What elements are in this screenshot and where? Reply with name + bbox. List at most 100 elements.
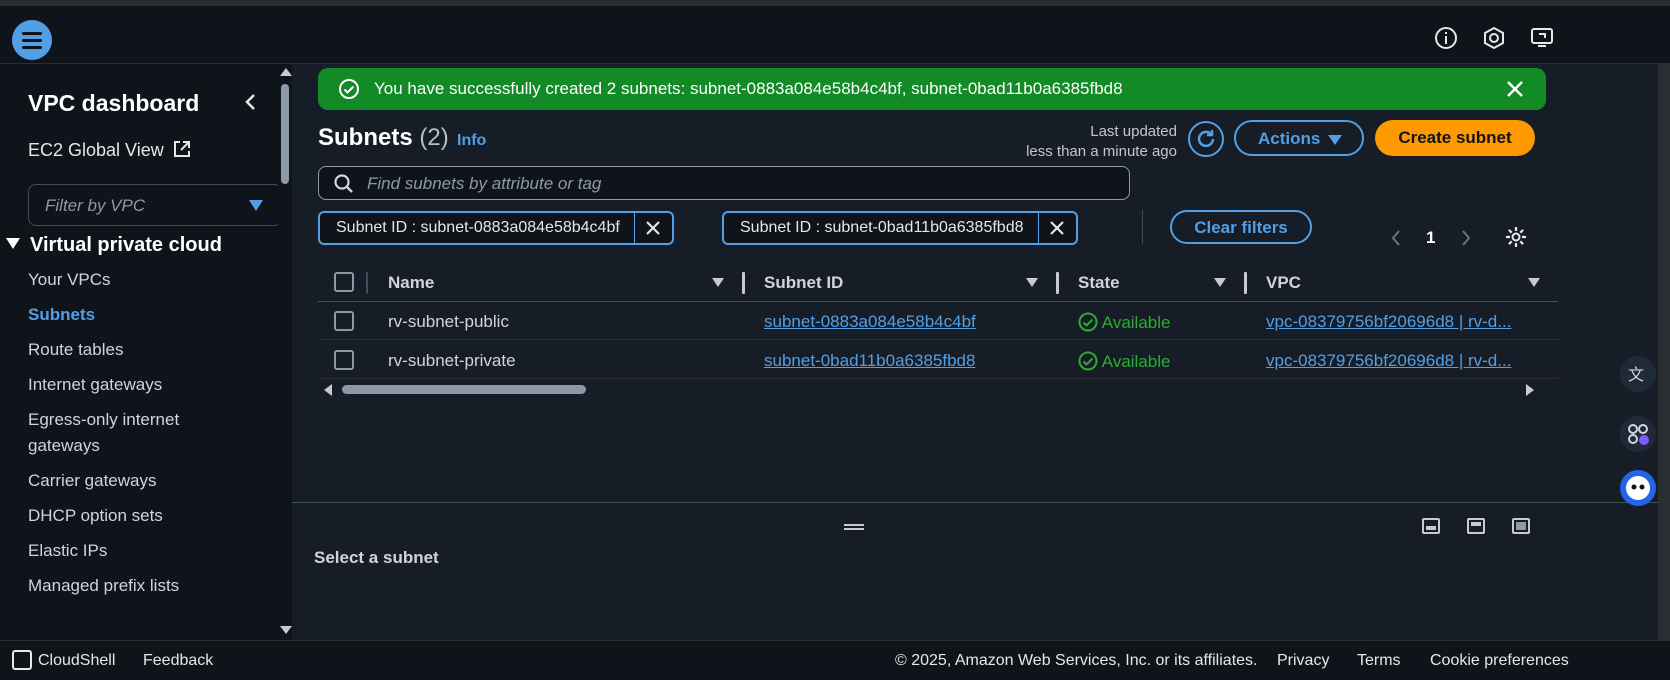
search-icon [334, 174, 353, 193]
sidebar-scroll-thumb[interactable] [281, 84, 289, 184]
sidebar-scrollbar[interactable] [278, 64, 292, 640]
sidebar-title[interactable]: VPC dashboard [28, 90, 199, 117]
subnet-id-link[interactable]: subnet-0883a084e58b4c4bf [764, 312, 976, 332]
create-subnet-button[interactable]: Create subnet [1375, 120, 1535, 156]
flash-message: You have successfully created 2 subnets:… [374, 79, 1123, 98]
sort-icon[interactable] [1214, 278, 1226, 287]
row-checkbox[interactable] [334, 350, 354, 370]
last-updated-label: Last updated [1090, 123, 1177, 140]
vpc-filter-select[interactable]: Filter by VPC [28, 184, 282, 226]
column-resizer[interactable] [742, 272, 745, 294]
state-cell: Available [1078, 312, 1170, 333]
ec2-global-view-link[interactable]: EC2 Global View [28, 140, 191, 161]
page-number[interactable]: 1 [1426, 228, 1435, 248]
sidebar-item-egress-only-gateways[interactable]: Egress-only internet gateways [28, 407, 228, 459]
subnet-count: (2) [419, 124, 449, 151]
feedback-link[interactable]: Feedback [143, 652, 213, 670]
footer: CloudShell Feedback © 2025, Amazon Web S… [0, 640, 1670, 680]
svg-text:文: 文 [1628, 365, 1644, 384]
actions-button[interactable]: Actions [1234, 120, 1364, 156]
next-page-icon[interactable] [1460, 228, 1472, 248]
table-row[interactable]: rv-subnet-private subnet-0bad11b0a6385fb… [318, 341, 1558, 379]
remote-screen-icon[interactable] [1530, 26, 1554, 50]
select-all-checkbox[interactable] [334, 272, 354, 292]
vpc-link[interactable]: vpc-08379756bf20696d8 | rv-d... [1266, 351, 1511, 371]
scroll-down-arrow-icon[interactable] [280, 626, 292, 634]
available-check-icon [1078, 312, 1098, 332]
cookie-preferences-link[interactable]: Cookie preferences [1430, 652, 1569, 670]
assistant-icon[interactable] [1620, 470, 1656, 506]
sort-icon[interactable] [1528, 278, 1540, 287]
sidebar-item-dhcp-option-sets[interactable]: DHCP option sets [28, 503, 163, 529]
info-link[interactable]: Info [457, 132, 486, 150]
column-resizer[interactable] [1056, 272, 1059, 294]
copyright-text: © 2025, Amazon Web Services, Inc. or its… [895, 652, 1258, 669]
support-icon[interactable] [1482, 26, 1506, 50]
section-virtual-private-cloud[interactable]: Virtual private cloud [6, 234, 222, 257]
layout-side-panel-icon[interactable] [1467, 518, 1485, 534]
available-check-icon [1078, 351, 1098, 371]
remove-filter-icon[interactable] [633, 213, 672, 243]
column-header-state[interactable]: State [1078, 273, 1120, 293]
filter-token-label: Subnet ID : subnet-0bad11b0a6385fbd8 [740, 219, 1024, 236]
gear-icon[interactable] [1504, 225, 1528, 249]
state-text: Available [1101, 352, 1171, 371]
subnet-name: rv-subnet-private [388, 351, 516, 370]
ec2-global-view-label: EC2 Global View [28, 140, 164, 160]
previous-page-icon[interactable] [1390, 228, 1402, 248]
split-panel-resize-handle[interactable] [844, 524, 864, 530]
scroll-up-arrow-icon[interactable] [280, 68, 292, 76]
column-header-subnet-id[interactable]: Subnet ID [764, 273, 843, 293]
sidebar-item-managed-prefix-lists[interactable]: Managed prefix lists [28, 573, 179, 599]
layout-hide-panel-icon[interactable] [1512, 518, 1530, 534]
refresh-button[interactable] [1188, 121, 1224, 157]
table-horizontal-scrollbar[interactable] [318, 382, 1536, 396]
filter-token-label: Subnet ID : subnet-0883a084e58b4c4bf [336, 219, 620, 236]
subnet-id-link[interactable]: subnet-0bad11b0a6385fbd8 [764, 351, 975, 371]
sort-icon[interactable] [1026, 278, 1038, 287]
menu-icon[interactable] [12, 20, 52, 60]
sidebar-item-subnets[interactable]: Subnets [28, 302, 95, 328]
table-scroll-thumb[interactable] [342, 385, 586, 394]
select-subnet-placeholder: Select a subnet [314, 548, 439, 567]
cloudshell-icon[interactable] [12, 650, 32, 670]
sidebar-item-route-tables[interactable]: Route tables [28, 337, 123, 363]
privacy-link[interactable]: Privacy [1277, 652, 1329, 670]
sidebar-item-your-vpcs[interactable]: Your VPCs [28, 267, 111, 293]
clear-filters-button[interactable]: Clear filters [1170, 210, 1312, 244]
table-row[interactable]: rv-subnet-public subnet-0883a084e58b4c4b… [318, 302, 1558, 340]
dropdown-caret-icon [249, 200, 263, 211]
terms-link[interactable]: Terms [1357, 652, 1401, 670]
column-header-name[interactable]: Name [388, 273, 434, 293]
subnet-name: rv-subnet-public [388, 312, 509, 331]
split-panel-divider [292, 502, 1670, 503]
translate-icon[interactable]: 文 [1620, 356, 1656, 392]
sidebar-item-internet-gateways[interactable]: Internet gateways [28, 372, 162, 398]
filter-token: Subnet ID : subnet-0bad11b0a6385fbd8 [722, 211, 1078, 245]
vpc-link[interactable]: vpc-08379756bf20696d8 | rv-d... [1266, 312, 1511, 332]
divider [1142, 210, 1143, 244]
right-edge-rail [1658, 64, 1670, 640]
column-resizer[interactable] [1244, 272, 1247, 294]
main-content: You have successfully created 2 subnets:… [292, 64, 1670, 640]
extension-icon[interactable] [1620, 416, 1656, 452]
search-input[interactable]: Find subnets by attribute or tag [318, 166, 1130, 200]
refresh-icon [1197, 130, 1215, 148]
column-header-vpc[interactable]: VPC [1266, 273, 1301, 293]
sort-icon[interactable] [712, 278, 724, 287]
cloudshell-link[interactable]: CloudShell [38, 652, 115, 670]
scroll-right-arrow-icon[interactable] [1526, 384, 1534, 396]
scroll-left-arrow-icon[interactable] [324, 384, 332, 396]
sidebar-item-elastic-ips[interactable]: Elastic IPs [28, 538, 107, 564]
collapse-sidebar-icon[interactable] [240, 90, 262, 114]
close-icon[interactable] [1506, 80, 1524, 98]
page-title: Subnets (2) [318, 124, 449, 152]
sidebar-item-carrier-gateways[interactable]: Carrier gateways [28, 468, 157, 494]
caret-down-icon [1328, 135, 1342, 145]
remove-filter-icon[interactable] [1037, 213, 1076, 243]
top-navigation-bar [0, 0, 1670, 64]
row-checkbox[interactable] [334, 311, 354, 331]
vpc-filter-placeholder: Filter by VPC [45, 196, 146, 215]
info-icon[interactable] [1434, 26, 1458, 50]
layout-bottom-panel-icon[interactable] [1422, 518, 1440, 534]
